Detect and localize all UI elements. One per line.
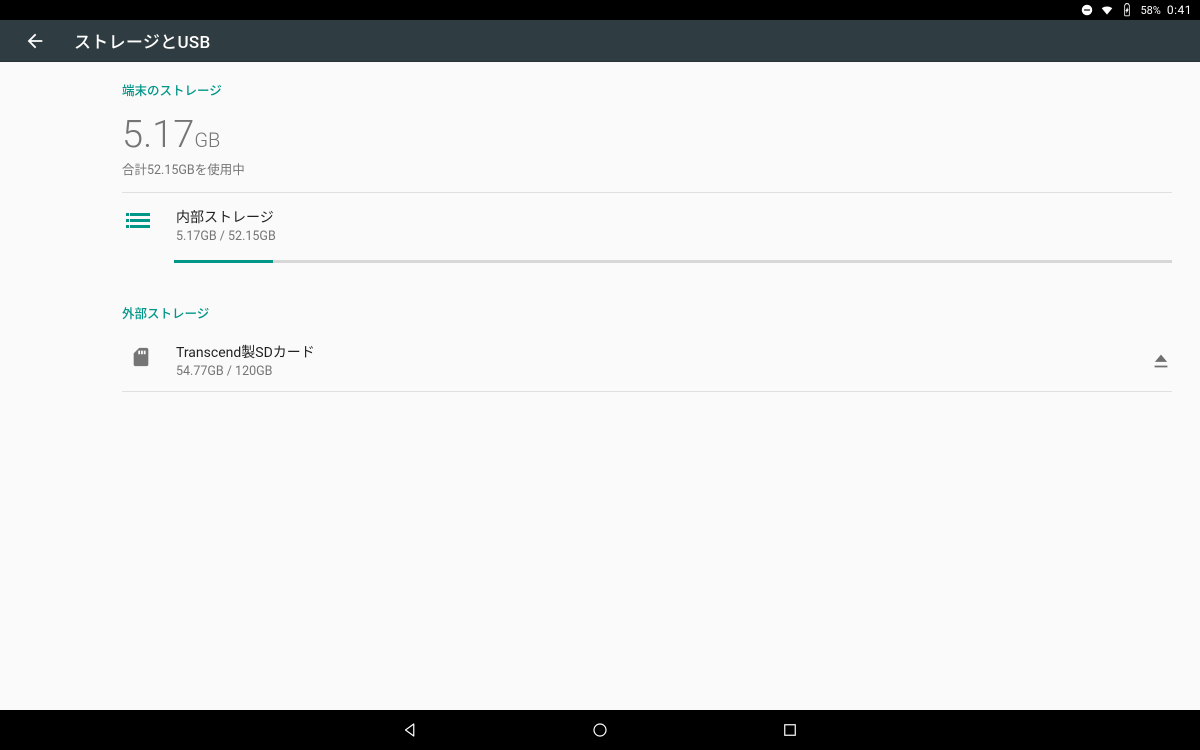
sd-card-detail: 54.77GB / 120GB xyxy=(176,364,1150,379)
arrow-left-icon xyxy=(24,30,46,52)
triangle-back-icon xyxy=(401,721,419,739)
external-sd-row[interactable]: Transcend製SDカード 54.77GB / 120GB xyxy=(0,330,1200,391)
storage-bars-icon xyxy=(130,213,154,228)
app-bar: ストレージとUSB xyxy=(0,20,1200,62)
nav-recent-button[interactable] xyxy=(780,720,800,740)
navigation-bar xyxy=(0,710,1200,750)
status-clock: 0:41 xyxy=(1167,3,1192,17)
sd-card-icon xyxy=(130,346,154,370)
battery-percent: 58% xyxy=(1140,4,1160,17)
back-button[interactable] xyxy=(24,30,46,52)
eject-button[interactable] xyxy=(1150,350,1172,372)
eject-icon xyxy=(1150,350,1172,372)
internal-storage-detail: 5.17GB / 52.15GB xyxy=(176,229,276,244)
sd-card-name: Transcend製SDカード xyxy=(176,342,1150,362)
nav-back-button[interactable] xyxy=(400,720,420,740)
storage-summary: 5.17GB 合計52.15GBを使用中 xyxy=(0,107,1200,192)
internal-storage-progress-fill xyxy=(174,260,273,263)
used-number: 5.17 xyxy=(122,113,194,157)
used-unit: GB xyxy=(194,128,220,152)
circle-home-icon xyxy=(591,721,609,739)
used-storage-value: 5.17GB xyxy=(122,113,1200,157)
nav-home-button[interactable] xyxy=(590,720,610,740)
dnd-icon xyxy=(1080,3,1094,17)
section-header-device: 端末のストレージ xyxy=(0,62,1200,107)
used-storage-sub: 合計52.15GBを使用中 xyxy=(122,159,1200,178)
battery-icon xyxy=(1120,3,1134,17)
wifi-icon xyxy=(1100,3,1114,17)
content: 端末のストレージ 5.17GB 合計52.15GBを使用中 内部ストレージ 5.… xyxy=(0,62,1200,392)
internal-storage-icon xyxy=(130,213,154,237)
divider xyxy=(122,391,1172,392)
internal-storage-name: 内部ストレージ xyxy=(176,207,276,227)
section-header-external: 外部ストレージ xyxy=(0,285,1200,330)
square-recent-icon xyxy=(781,721,799,739)
internal-storage-row[interactable]: 内部ストレージ 5.17GB / 52.15GB xyxy=(0,193,1200,254)
page-title: ストレージとUSB xyxy=(74,28,211,53)
internal-storage-progress xyxy=(174,260,1172,263)
status-bar: 58% 0:41 xyxy=(0,0,1200,20)
